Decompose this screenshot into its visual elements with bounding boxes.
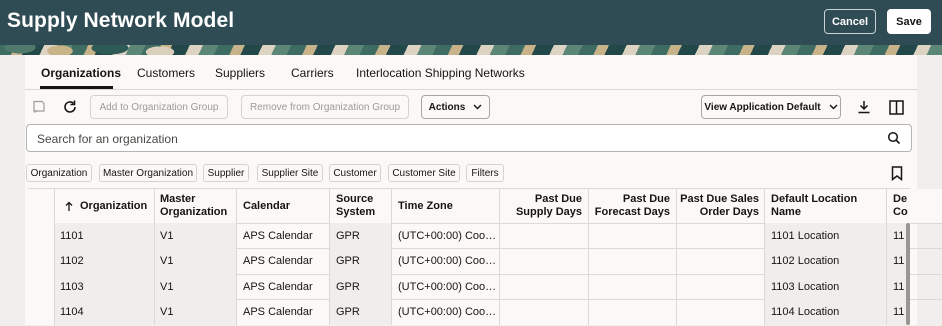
- cell-past-due-forecast-days: [589, 274, 677, 299]
- refresh-icon[interactable]: [61, 98, 79, 116]
- table-row[interactable]: 1103 V1 APS Calendar GPR (UTC+00:00) Coo…: [28, 274, 942, 300]
- actions-menu-button[interactable]: Actions: [421, 95, 490, 119]
- filter-chip-supplier[interactable]: Supplier: [203, 164, 249, 182]
- cell-time-zone: (UTC+00:00) Coo…: [392, 223, 500, 248]
- organizations-table: Organization Master Organization Calenda…: [28, 188, 942, 326]
- filter-chip-organization[interactable]: Organization: [26, 164, 92, 182]
- cancel-button[interactable]: Cancel: [824, 9, 876, 34]
- cell-past-due-forecast-days: [589, 248, 677, 274]
- table-row[interactable]: 1101 V1 APS Calendar GPR (UTC+00:00) Coo…: [28, 223, 942, 249]
- table-row[interactable]: 1102 V1 APS Calendar GPR (UTC+00:00) Coo…: [28, 248, 942, 275]
- column-header-master-organization[interactable]: Master Organization: [155, 189, 237, 223]
- cell-past-due-supply-days: [500, 299, 589, 325]
- cell-source-system: GPR: [330, 248, 392, 274]
- tab-customers[interactable]: Customers: [137, 66, 195, 80]
- chevron-down-icon: [473, 104, 482, 110]
- chevron-down-icon: [829, 104, 838, 110]
- cell-time-zone: (UTC+00:00) Coo…: [392, 299, 500, 325]
- search-field[interactable]: Search for an organization: [26, 124, 912, 152]
- decorative-banner: [0, 45, 942, 55]
- filter-chip-master-organization[interactable]: Master Organization: [99, 164, 197, 182]
- sort-ascending-icon: [65, 201, 73, 212]
- column-header-organization[interactable]: Organization: [55, 189, 155, 223]
- row-selector-header: [28, 189, 55, 223]
- cell-organization: 1102: [55, 248, 155, 274]
- cell-past-due-forecast-days: [589, 223, 677, 248]
- column-header-past-due-forecast-days[interactable]: Past Due Forecast Days: [589, 189, 677, 223]
- row-selector[interactable]: [28, 248, 55, 274]
- view-label: View Application Default: [704, 101, 821, 113]
- cell-organization: 1103: [55, 274, 155, 299]
- tab-organizations[interactable]: Organizations: [41, 66, 121, 80]
- split-view-icon[interactable]: [887, 98, 905, 116]
- cell-default-location-name: 1101 Location: [765, 223, 887, 248]
- cell-source-system: GPR: [330, 299, 392, 325]
- cell-master-organization: V1: [155, 299, 237, 325]
- column-header-calendar[interactable]: Calendar: [237, 189, 330, 223]
- add-to-organization-group-button[interactable]: Add to Organization Group: [90, 95, 228, 119]
- column-header-default-location-code[interactable]: De Co: [887, 189, 910, 223]
- search-placeholder: Search for an organization: [37, 132, 178, 146]
- cell-past-due-sales-order-days: [677, 299, 765, 325]
- tab-bar: Organizations Customers Suppliers Carrie…: [25, 55, 917, 90]
- cell-source-system: GPR: [330, 274, 392, 299]
- page-title: Supply Network Model: [7, 9, 235, 32]
- view-selector-button[interactable]: View Application Default: [701, 95, 841, 119]
- app-header: Supply Network Model Cancel Save: [0, 0, 942, 45]
- cell-organization: 1104: [55, 299, 155, 325]
- cell-default-location-name: 1104 Location: [765, 299, 887, 325]
- filter-chip-customer[interactable]: Customer: [329, 164, 381, 182]
- filter-chip-filters[interactable]: Filters: [466, 164, 504, 182]
- save-button[interactable]: Save: [887, 9, 931, 34]
- tab-interlocation-shipping-networks[interactable]: Interlocation Shipping Networks: [356, 66, 525, 80]
- vertical-scrollbar[interactable]: [906, 223, 910, 325]
- cell-organization: 1101: [55, 223, 155, 248]
- column-header-default-location-name[interactable]: Default Location Name: [765, 189, 887, 223]
- cell-past-due-sales-order-days: [677, 274, 765, 299]
- remove-from-organization-group-button[interactable]: Remove from Organization Group: [241, 95, 409, 119]
- cell-time-zone: (UTC+00:00) Coo…: [392, 248, 500, 274]
- search-icon[interactable]: [887, 131, 901, 150]
- cell-past-due-supply-days: [500, 274, 589, 299]
- bookmark-icon[interactable]: [889, 164, 905, 182]
- tab-carriers[interactable]: Carriers: [291, 66, 334, 80]
- cell-master-organization: V1: [155, 248, 237, 274]
- cell-default-location-name: 1102 Location: [765, 248, 887, 274]
- cell-past-due-sales-order-days: [677, 248, 765, 274]
- download-icon[interactable]: [855, 98, 873, 116]
- cell-master-organization: V1: [155, 223, 237, 248]
- column-header-source-system[interactable]: Source System: [330, 189, 392, 223]
- cell-source-system: GPR: [330, 223, 392, 248]
- filter-chip-customer-site[interactable]: Customer Site: [388, 164, 460, 182]
- row-selector[interactable]: [28, 299, 55, 325]
- table-header-row: Organization Master Organization Calenda…: [28, 189, 942, 224]
- cell-calendar: APS Calendar: [237, 274, 330, 299]
- actions-label: Actions: [428, 101, 466, 113]
- column-header-past-due-supply-days[interactable]: Past Due Supply Days: [500, 189, 589, 223]
- filter-chip-supplier-site[interactable]: Supplier Site: [257, 164, 323, 182]
- cell-calendar: APS Calendar: [237, 299, 330, 325]
- column-header-time-zone[interactable]: Time Zone: [392, 189, 500, 223]
- cell-calendar: APS Calendar: [237, 248, 330, 274]
- cell-default-location-name: 1103 Location: [765, 274, 887, 299]
- column-label: Organization: [80, 199, 148, 212]
- column-header-past-due-sales-order-days[interactable]: Past Due Sales Order Days: [677, 189, 765, 223]
- table-row[interactable]: 1104 V1 APS Calendar GPR (UTC+00:00) Coo…: [28, 299, 942, 325]
- cell-time-zone: (UTC+00:00) Coo…: [392, 274, 500, 299]
- cell-past-due-supply-days: [500, 248, 589, 274]
- tab-suppliers[interactable]: Suppliers: [215, 66, 265, 80]
- cell-calendar: APS Calendar: [237, 223, 330, 248]
- cell-past-due-forecast-days: [589, 299, 677, 325]
- active-tab-indicator: [40, 86, 113, 89]
- edit-icon[interactable]: [31, 99, 47, 115]
- cell-past-due-sales-order-days: [677, 223, 765, 248]
- row-selector[interactable]: [28, 274, 55, 299]
- cell-master-organization: V1: [155, 274, 237, 299]
- cell-past-due-supply-days: [500, 223, 589, 248]
- row-selector[interactable]: [28, 223, 55, 248]
